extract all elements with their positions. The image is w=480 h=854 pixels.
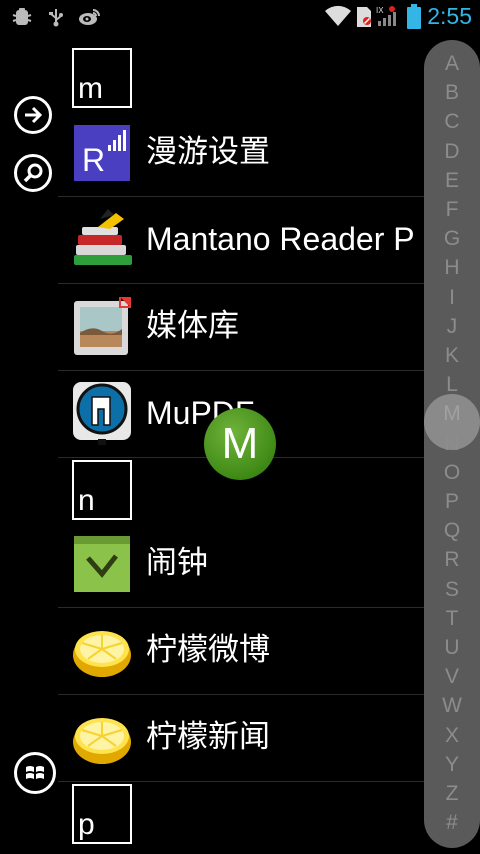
app-label: 柠檬新闻 (146, 719, 270, 755)
section-header-p[interactable]: p (72, 784, 132, 844)
app-item-lemon-weibo[interactable]: 柠檬微博 (58, 608, 428, 695)
index-letter[interactable]: U (424, 636, 480, 660)
index-letter[interactable]: V (424, 665, 480, 689)
section-letter: n (78, 484, 95, 517)
alarm-clock-icon (74, 536, 130, 592)
index-letter[interactable]: Z (424, 782, 480, 806)
books-icon (74, 209, 132, 265)
index-letter[interactable]: O (424, 461, 480, 485)
arrow-right-icon (25, 106, 43, 124)
media-library-icon (74, 297, 131, 355)
app-label: 媒体库 (146, 308, 239, 344)
index-letter[interactable]: R (424, 548, 480, 572)
index-letter[interactable]: L (424, 373, 480, 397)
index-letter[interactable]: D (424, 140, 480, 164)
section-letter: p (78, 808, 95, 841)
section-letter: m (78, 72, 103, 105)
index-letter[interactable]: X (424, 724, 480, 748)
status-time: 2:55 (427, 3, 472, 29)
index-letter[interactable]: P (424, 490, 480, 514)
app-item-mantano-reader[interactable]: Mantano Reader P (58, 197, 428, 284)
search-button[interactable] (14, 154, 52, 192)
wifi-icon (325, 5, 351, 26)
search-icon (23, 163, 43, 183)
no-sim-icon (357, 7, 371, 27)
app-item-roaming-settings[interactable]: R 漫游设置 (58, 110, 428, 197)
index-letter[interactable]: K (424, 344, 480, 368)
index-letter[interactable]: M (424, 402, 480, 426)
bug-icon (12, 8, 32, 25)
index-letter[interactable]: I (424, 286, 480, 310)
app-label: Mantano Reader P (146, 221, 415, 257)
index-letter[interactable]: H (424, 256, 480, 280)
lemon-icon (73, 718, 131, 764)
index-letter[interactable]: W (424, 694, 480, 718)
index-letter[interactable]: T (424, 607, 480, 631)
app-drawer-screen: IX 2:55 m R 漫游设置 Mantano Reader P 媒体库 Mu… (0, 0, 480, 854)
index-letter[interactable]: E (424, 169, 480, 193)
index-letter[interactable]: N (424, 432, 480, 456)
index-letter[interactable]: Q (424, 519, 480, 543)
arrow-right-button[interactable] (14, 96, 52, 134)
index-letter[interactable]: S (424, 578, 480, 602)
svg-text:IX: IX (376, 6, 384, 15)
svg-text:R: R (82, 142, 105, 178)
app-label: 柠檬微博 (146, 632, 270, 668)
windows-logo-icon (26, 766, 44, 779)
index-letter[interactable]: F (424, 198, 480, 222)
index-letter[interactable]: J (424, 315, 480, 339)
windows-button[interactable] (14, 752, 56, 794)
lemon-icon (73, 631, 131, 677)
section-header-m[interactable]: m (72, 48, 132, 108)
index-letter[interactable]: B (424, 81, 480, 105)
roaming-settings-icon: R (74, 125, 130, 181)
weibo-icon (79, 9, 100, 25)
app-item-lemon-news[interactable]: 柠檬新闻 (58, 695, 428, 782)
app-label: 漫游设置 (146, 134, 270, 170)
app-item-media-library[interactable]: 媒体库 (58, 284, 428, 371)
signal-icon: IX (376, 6, 396, 26)
index-letter[interactable]: G (424, 227, 480, 251)
section-header-n[interactable]: n (72, 460, 132, 520)
index-letter[interactable]: C (424, 110, 480, 134)
current-letter-badge: M (204, 408, 276, 480)
mupdf-icon (73, 382, 131, 445)
app-item-alarm[interactable]: 闹钟 (58, 521, 428, 608)
status-bar: IX 2:55 (0, 0, 480, 34)
index-letter[interactable]: Y (424, 753, 480, 777)
battery-icon (407, 4, 421, 29)
usb-icon (49, 9, 63, 27)
index-letter[interactable]: # (424, 811, 480, 835)
app-label: 闹钟 (146, 545, 208, 581)
index-letter[interactable]: A (424, 52, 480, 76)
